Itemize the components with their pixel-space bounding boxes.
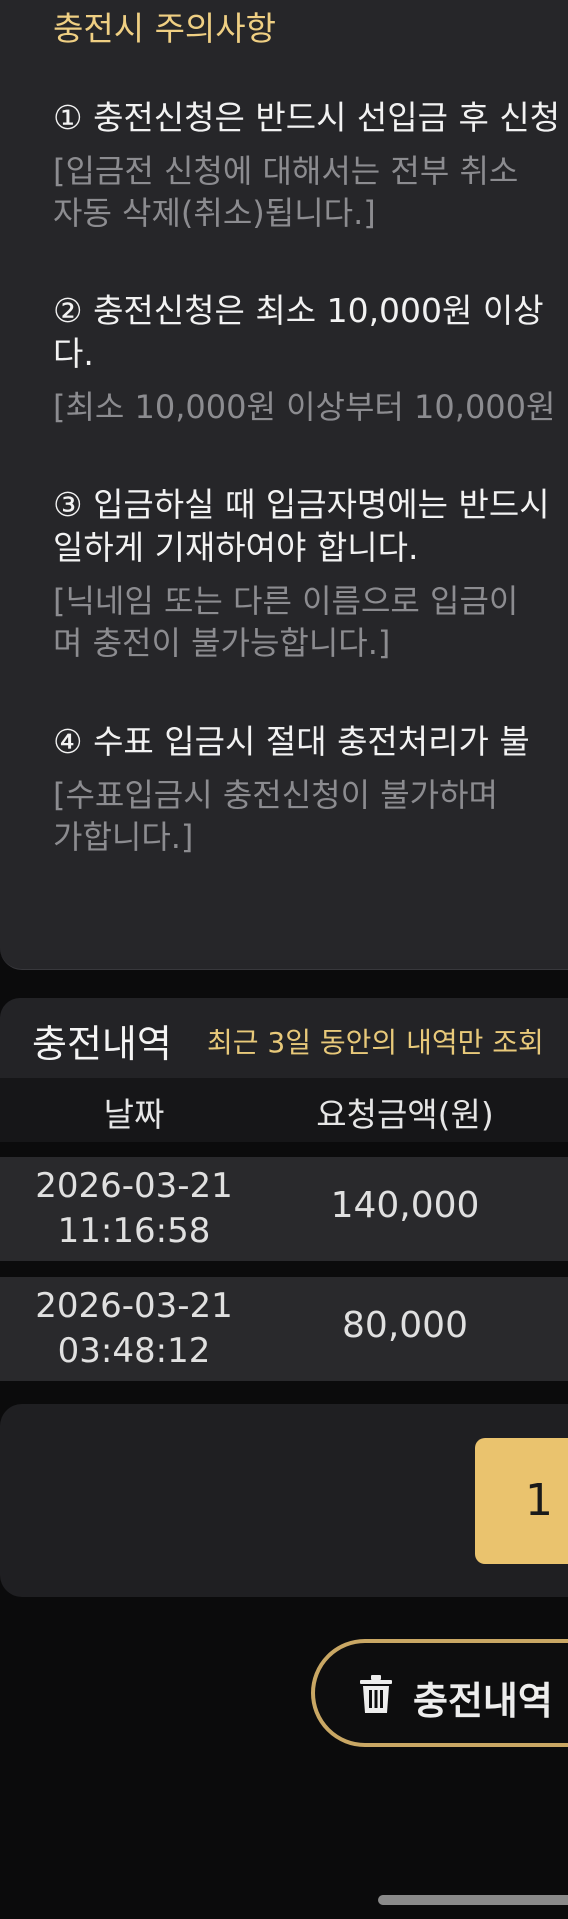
delete-history-button[interactable]: 충전내역 [311, 1639, 568, 1747]
history-subtitle: 최근 3일 동안의 내역만 조회 [207, 1026, 544, 1059]
notice-panel: 충전시 주의사항 ① 충전신청은 반드시 선입금 후 신청 [입금전 신청에 대… [0, 0, 568, 970]
history-title: 충전내역 [32, 1022, 172, 1066]
notice-item-desc: [최소 10,000원 이상부터 10,000원 [53, 388, 556, 426]
notice-item-desc: [수표입금시 충전신청이 불가하며 가합니다.] [53, 776, 498, 856]
column-header-amount: 요청금액(원) [316, 1095, 494, 1134]
history-header: 충전내역 최근 3일 동안의 내역만 조회 [0, 998, 568, 1078]
notice-item-1: ① 충전신청은 반드시 선입금 후 신청 [입금전 신청에 대해서는 전부 취소… [53, 96, 568, 234]
table-row[interactable]: 2026-03-21 03:48:12 80,000 [0, 1277, 568, 1381]
notice-heading: 충전시 주의사항 [53, 9, 277, 48]
pagination: 1 [0, 1404, 568, 1597]
row-amount: 80,000 [342, 1305, 468, 1346]
notice-item-2: ② 충전신청은 최소 10,000원 이상 다. [최소 10,000원 이상부… [53, 289, 568, 428]
notice-item-title: ② 충전신청은 최소 10,000원 이상 다. [53, 291, 544, 373]
deposit-page: 충전시 주의사항 ① 충전신청은 반드시 선입금 후 신청 [입금전 신청에 대… [0, 0, 568, 1919]
history-table-header: 날짜 요청금액(원) [0, 1078, 568, 1142]
notice-item-desc: [닉네임 또는 다른 이름으로 입금이 며 충전이 불가능합니다.] [53, 582, 519, 662]
notice-item-title: ① 충전신청은 반드시 선입금 후 신청 [53, 98, 561, 137]
page-button-current[interactable]: 1 [475, 1438, 568, 1564]
notice-item-title: ③ 입금하실 때 입금자명에는 반드시 일하게 기재하여야 합니다. [53, 485, 550, 567]
row-date: 2026-03-21 11:16:58 [35, 1166, 233, 1251]
row-amount: 140,000 [330, 1185, 480, 1226]
notice-item-3: ③ 입금하실 때 입금자명에는 반드시 일하게 기재하여야 합니다. [닉네임 … [53, 483, 568, 664]
table-row[interactable]: 2026-03-21 11:16:58 140,000 [0, 1157, 568, 1261]
home-indicator [378, 1895, 568, 1905]
trash-icon [360, 1675, 392, 1713]
notice-item-title: ④ 수표 입금시 절대 충전처리가 불 [53, 722, 530, 761]
column-header-date: 날짜 [103, 1095, 165, 1134]
notice-item-4: ④ 수표 입금시 절대 충전처리가 불 [수표입금시 충전신청이 불가하며 가합… [53, 720, 568, 858]
delete-history-label: 충전내역 [413, 1679, 553, 1723]
notice-item-desc: [입금전 신청에 대해서는 전부 취소 자동 삭제(취소)됩니다.] [53, 152, 519, 232]
row-date: 2026-03-21 03:48:12 [35, 1286, 233, 1371]
